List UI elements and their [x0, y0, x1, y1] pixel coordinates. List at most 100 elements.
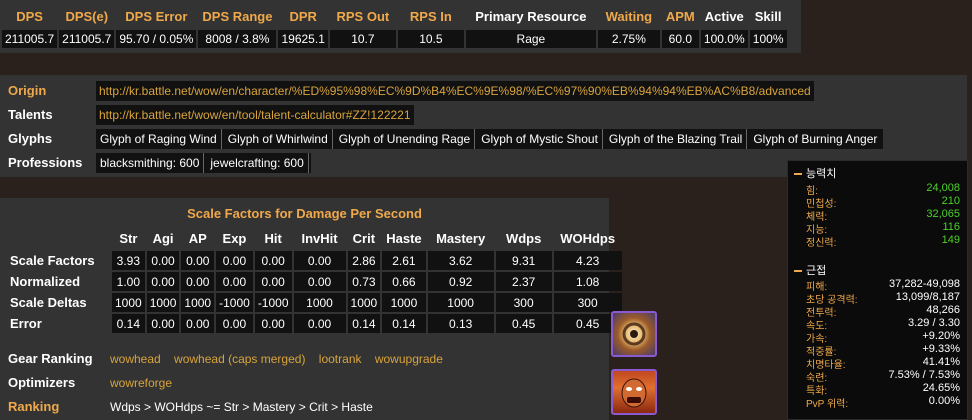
stat-value: 116	[942, 221, 960, 233]
origin-label: Origin	[8, 83, 47, 98]
ranking-label: Ranking	[8, 399, 60, 414]
glyph-item: Glyph of Raging Wind	[96, 129, 222, 149]
stat-value: 210	[941, 195, 960, 207]
cell: 2.61	[382, 251, 426, 270]
wowhead-link[interactable]: wowhead	[110, 352, 161, 366]
cell: 0.00	[146, 272, 180, 291]
header-primary-resource: Primary Resource	[475, 9, 587, 24]
tooltip-stat-row: 힘: 24,008	[794, 182, 964, 197]
stat-value: 24,008	[926, 182, 960, 194]
header-dps-error: DPS Error	[125, 9, 188, 24]
cell: 0.00	[181, 251, 215, 270]
header-rps-in: RPS In	[409, 9, 452, 24]
cell: 0.14	[382, 314, 426, 333]
ranking-value: Wdps > WOHdps ~= Str > Mastery > Crit > …	[110, 400, 373, 414]
col-haste: Haste	[386, 231, 422, 246]
value-active: 100.0%	[700, 30, 748, 48]
tooltip-stat-row: 가속: +9.20%	[794, 330, 964, 345]
header-waiting: Waiting	[605, 9, 653, 24]
talents-link[interactable]: http://kr.battle.net/wow/en/tool/talent-…	[96, 105, 414, 125]
profession-item: blacksmithing: 600	[96, 153, 205, 173]
col-exp: Exp	[222, 231, 247, 246]
stats-header-row: DPS DPS(e) DPS Error DPS Range DPR RPS O…	[2, 5, 787, 28]
glyphs-list: Glyph of Raging Wind Glyph of Whirlwind Gl…	[96, 129, 884, 149]
cell: -1000	[216, 293, 253, 312]
tooltip-stat-row: 초당 공격력: 13,099/8,187	[794, 291, 964, 306]
lootrank-link[interactable]: lootrank	[319, 352, 362, 366]
origin-link[interactable]: http://kr.battle.net/wow/en/character/%E…	[96, 81, 814, 101]
cell: -1000	[254, 293, 292, 312]
wowhead-caps-merged-link[interactable]: wowhead (caps merged)	[174, 352, 305, 366]
cell: 300	[553, 293, 622, 312]
scale-row: Scale Deltas 1000 1000 1000 -1000 -1000 …	[6, 293, 622, 312]
scale-factors-title: Scale Factors for Damage Per Second	[187, 206, 422, 221]
cell: 0.00	[254, 251, 292, 270]
header-dps: DPS	[16, 9, 43, 24]
professions-label: Professions	[8, 155, 83, 170]
value-dpr: 19625.1	[278, 30, 328, 48]
cell: 1000	[181, 293, 215, 312]
scale-row: Normalized 1.00 0.00 0.00 0.00 0.00 0.00…	[6, 272, 622, 291]
value-skill: 100%	[749, 30, 787, 48]
header-skill: Skill	[754, 9, 782, 24]
stats-panel: DPS DPS(e) DPS Error DPS Range DPR RPS O…	[0, 0, 801, 53]
stat-value: 24.65%	[922, 382, 960, 394]
cell: 0.00	[146, 314, 180, 333]
header-active: Active	[704, 9, 744, 24]
stat-label: PvP 위력:	[806, 399, 849, 410]
wowreforge-link[interactable]: wowreforge	[110, 376, 172, 390]
cell: 1000	[427, 293, 494, 312]
tooltip-stat-row: PvP 위력: 0.00%	[794, 395, 964, 410]
col-ap: AP	[188, 231, 207, 246]
value-apm: 60.0	[661, 30, 699, 48]
cell: 2.37	[495, 272, 552, 291]
cell: 3.93	[112, 251, 145, 270]
row-label: Normalized	[10, 274, 81, 289]
stats-table: DPS DPS(e) DPS Error DPS Range DPR RPS O…	[0, 3, 789, 50]
header-dps-range: DPS Range	[202, 9, 273, 24]
col-invhit: InvHit	[301, 231, 338, 246]
cell: 0.00	[254, 314, 292, 333]
row-label: Scale Deltas	[10, 295, 87, 310]
cell: 1000	[293, 293, 346, 312]
tooltip-stat-row: 적중률: +9.33%	[794, 343, 964, 358]
scale-factors-table: Str Agi AP Exp Hit InvHit Crit Haste Mas…	[4, 226, 624, 335]
value-rps-out: 10.7	[329, 30, 396, 48]
stat-value: 41.41%	[922, 356, 960, 368]
tooltip-stat-row: 전투력: 48,266	[794, 304, 964, 319]
cell: 1000	[112, 293, 145, 312]
cell: 1000	[382, 293, 426, 312]
cell: 0.66	[382, 272, 426, 291]
stat-value: 3.29 / 3.30	[908, 317, 960, 329]
mystic-shout-icon[interactable]	[611, 311, 657, 357]
wowupgrade-link[interactable]: wowupgrade	[375, 352, 443, 366]
berserker-icon[interactable]	[611, 369, 657, 415]
glyph-item: Glyph of Unending Rage	[335, 129, 476, 149]
scale-header-row: Str Agi AP Exp Hit InvHit Crit Haste Mas…	[6, 228, 622, 249]
tooltip-stat-row: 정신력: 149	[794, 234, 964, 249]
optimizers-links: wowreforge	[110, 376, 172, 390]
tooltip-stat-row: 지능: 116	[794, 221, 964, 236]
gear-ranking-links: wowhead wowhead (caps merged) lootrank w…	[110, 352, 443, 366]
value-primary-resource: Rage	[465, 30, 596, 48]
glyph-item: Glyph of Whirlwind	[224, 129, 333, 149]
cell: 0.00	[293, 251, 346, 270]
tooltip-stat-row: 치명타율: 41.41%	[794, 356, 964, 371]
cell: 0.00	[181, 314, 215, 333]
cell: 0.00	[181, 272, 215, 291]
cell: 1000	[146, 293, 180, 312]
glyph-item: Glyph of the Blazing Trail	[605, 129, 748, 149]
glyphs-label: Glyphs	[8, 131, 53, 146]
value-dps-range: 8008 / 3.8%	[198, 30, 277, 48]
tooltip-stat-row: 속도: 3.29 / 3.30	[794, 317, 964, 332]
row-label: Error	[10, 316, 42, 331]
stat-value: 7.53% / 7.53%	[888, 369, 960, 381]
stat-label: 정신력:	[806, 238, 837, 249]
cell: 0.00	[216, 251, 253, 270]
header-dpr: DPR	[289, 9, 317, 24]
cell: 9.31	[495, 251, 552, 270]
col-agi: Agi	[152, 231, 174, 246]
optimizers-label: Optimizers	[8, 375, 76, 390]
tooltip-stat-row: 숙련: 7.53% / 7.53%	[794, 369, 964, 384]
tooltip-stat-row: 체력: 32,065	[794, 208, 964, 223]
